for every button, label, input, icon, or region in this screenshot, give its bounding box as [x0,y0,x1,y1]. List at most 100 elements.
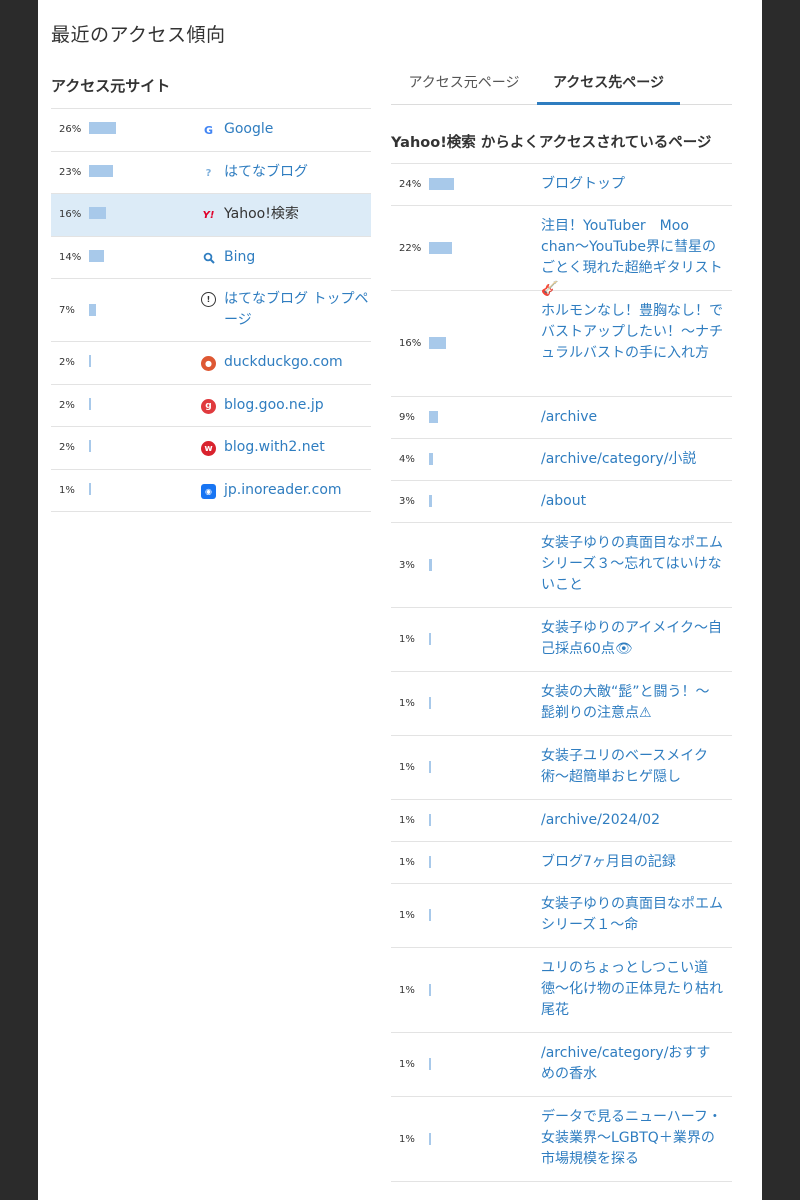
destination-percent: 3% [399,496,415,507]
source-row-hatena-top[interactable]: 7% ! はてなブログ トップページ [51,279,371,342]
source-percent: 26% [59,124,82,135]
source-row-with2[interactable]: 2% w blog.with2.net [51,427,371,470]
destination-heading: Yahoo!検索 からよくアクセスされているページ [391,131,732,164]
destination-percent: 1% [399,815,415,826]
source-bar [89,122,116,134]
destination-link[interactable]: データで見るニューハーフ・女装業界〜LGBTQ＋業界の市場規模を探る [541,1107,723,1170]
destination-row[interactable]: 1% データで見るニューハーフ・女装業界〜LGBTQ＋業界の市場規模を探る [391,1097,732,1182]
source-bar [89,249,104,262]
destination-link[interactable]: /about [541,491,723,512]
destination-link[interactable]: ブログ7ヶ月目の記録 [541,852,723,873]
destination-link[interactable]: 女装子ゆりのアイメイク〜自己採点60点👁 [541,618,723,660]
destination-link[interactable]: /archive/category/おすすめの香水 [541,1043,723,1085]
source-percent: 2% [59,399,75,411]
destination-link[interactable]: 女装子ユリのベースメイク術〜超簡単おヒゲ隠し [541,746,723,788]
source-row-google[interactable]: 26% G Google [51,109,371,152]
access-trend-panel: 最近のアクセス傾向 アクセス元サイト 26% G Google 23% ? はて… [38,0,762,1200]
destination-link[interactable]: /archive/category/小説 [541,449,723,470]
destination-percent: 1% [399,634,415,645]
source-bar [89,397,91,410]
source-bar [89,355,91,367]
destination-link[interactable]: 女装子ゆりの真面目なポエムシリーズ３〜忘れてはいけないこと [541,533,723,596]
destination-link[interactable]: ホルモンなし！豊胸なし！でバストアップしたい！〜ナチュラルバストの手に入れ方 [541,301,723,364]
source-percent: 23% [59,166,82,178]
source-row-hatena-blog[interactable]: 23% ? はてなブログ [51,152,371,194]
destination-row[interactable]: 1% 女装子ゆりのアイメイク〜自己採点60点👁 [391,608,732,672]
destination-row[interactable]: 24% ブログトップ [391,164,732,206]
destination-percent: 1% [399,1133,415,1145]
source-row-inoreader[interactable]: 1% ◉ jp.inoreader.com [51,470,371,512]
destination-row[interactable]: 1% /archive/2024/02 [391,800,732,842]
duckduckgo-icon: ● [201,356,216,371]
destination-list: 24% ブログトップ 22% 注目！YouTuber Moo chan〜YouTube… [391,164,732,1182]
source-percent: 2% [59,442,75,453]
destination-row[interactable]: 16% ホルモンなし！豊胸なし！でバストアップしたい！〜ナチュラルバストの手に入れ… [391,291,732,397]
source-label[interactable]: blog.with2.net [224,437,369,458]
tab-bar: アクセス元ページ アクセス先ページ [391,62,732,105]
source-label[interactable]: はてなブログ [224,162,369,183]
destination-row[interactable]: 22% 注目！YouTuber Moo chan〜YouTube界に彗星のごとく現… [391,206,732,297]
destination-percent: 24% [399,179,422,190]
destination-percent: 1% [399,1059,415,1070]
destination-link[interactable]: 女装子ゆりの真面目なポエムシリーズ１〜命 [541,894,723,936]
destination-bar [429,453,433,465]
destination-link[interactable]: /archive/2024/02 [541,810,723,831]
destination-row[interactable]: 1% 女装の大敵“髭”と闘う！〜髭剃りの注意点⚠ [391,672,732,736]
destination-link[interactable]: ブログトップ [541,174,723,195]
destination-bar [429,178,454,190]
destination-row[interactable]: 1% /archive/category/おすすめの香水 [391,1033,732,1097]
hatena-blog-icon: ? [205,167,212,179]
source-sites-heading: アクセス元サイト [51,66,371,109]
source-label[interactable]: jp.inoreader.com [224,480,369,501]
source-bar [89,440,91,452]
tab-destination-pages[interactable]: アクセス先ページ [537,62,680,105]
destination-row[interactable]: 4% /archive/category/小説 [391,439,732,481]
source-percent: 2% [59,357,75,368]
source-label[interactable]: Bing [224,247,369,268]
source-bar [89,164,113,177]
source-percent: 1% [59,484,75,496]
search-icon [201,251,216,266]
destination-row[interactable]: 1% ユリのちょっとしつこい道徳〜化け物の正体見たり枯れ尾花 [391,948,732,1033]
destination-row[interactable]: 3% 女装子ゆりの真面目なポエムシリーズ３〜忘れてはいけないこと [391,523,732,608]
source-row-yahoo[interactable]: 16% Y! Yahoo!検索 [51,194,371,237]
source-sites-section: アクセス元サイト 26% G Google 23% ? はてなブログ 16% Y… [51,66,371,512]
source-label[interactable]: Yahoo!検索 [224,204,369,225]
source-percent: 16% [59,209,82,220]
inoreader-icon: ◉ [201,483,216,499]
source-row-duckduckgo[interactable]: 2% ● duckduckgo.com [51,342,371,385]
source-row-bing[interactable]: 14% Bing [51,237,371,279]
destination-percent: 9% [399,412,415,423]
source-bar [89,482,91,495]
destination-link[interactable]: 女装の大敵“髭”と闘う！〜髭剃りの注意点⚠ [541,682,723,724]
destination-link[interactable]: ユリのちょっとしつこい道徳〜化け物の正体見たり枯れ尾花 [541,958,723,1021]
destination-row[interactable]: 3% /about [391,481,732,523]
destination-row[interactable]: 1% 女装子ユリのベースメイク術〜超簡単おヒゲ隠し [391,736,732,800]
source-label[interactable]: duckduckgo.com [224,352,369,373]
source-label[interactable]: blog.goo.ne.jp [224,395,369,416]
destination-percent: 1% [399,984,415,996]
destination-percent: 4% [399,454,415,465]
source-row-goo[interactable]: 2% g blog.goo.ne.jp [51,385,371,427]
destination-bar [429,909,431,921]
source-percent: 7% [59,305,75,316]
source-label[interactable]: はてなブログ トップページ [224,289,369,331]
destination-link[interactable]: 注目！YouTuber Moo chan〜YouTube界に彗星のごとく現れた超… [541,216,723,300]
source-percent: 14% [59,251,82,263]
tab-source-pages[interactable]: アクセス元ページ [391,62,537,105]
goo-icon: g [201,398,216,414]
destination-link[interactable]: /archive [541,407,723,428]
destination-row[interactable]: 9% /archive [391,397,732,439]
destination-bar [429,633,431,645]
destination-bar [429,1132,431,1145]
destination-pages-section: アクセス元ページ アクセス先ページ Yahoo!検索 からよくアクセスされている… [391,62,732,1182]
destination-bar [429,337,446,349]
destination-bar [429,814,431,826]
with2-icon: w [201,441,216,456]
destination-row[interactable]: 1% ブログ7ヶ月目の記録 [391,842,732,884]
destination-bar [429,983,431,996]
source-label[interactable]: Google [224,119,369,140]
destination-bar [429,1058,431,1070]
destination-bar [429,697,431,709]
destination-row[interactable]: 1% 女装子ゆりの真面目なポエムシリーズ１〜命 [391,884,732,948]
